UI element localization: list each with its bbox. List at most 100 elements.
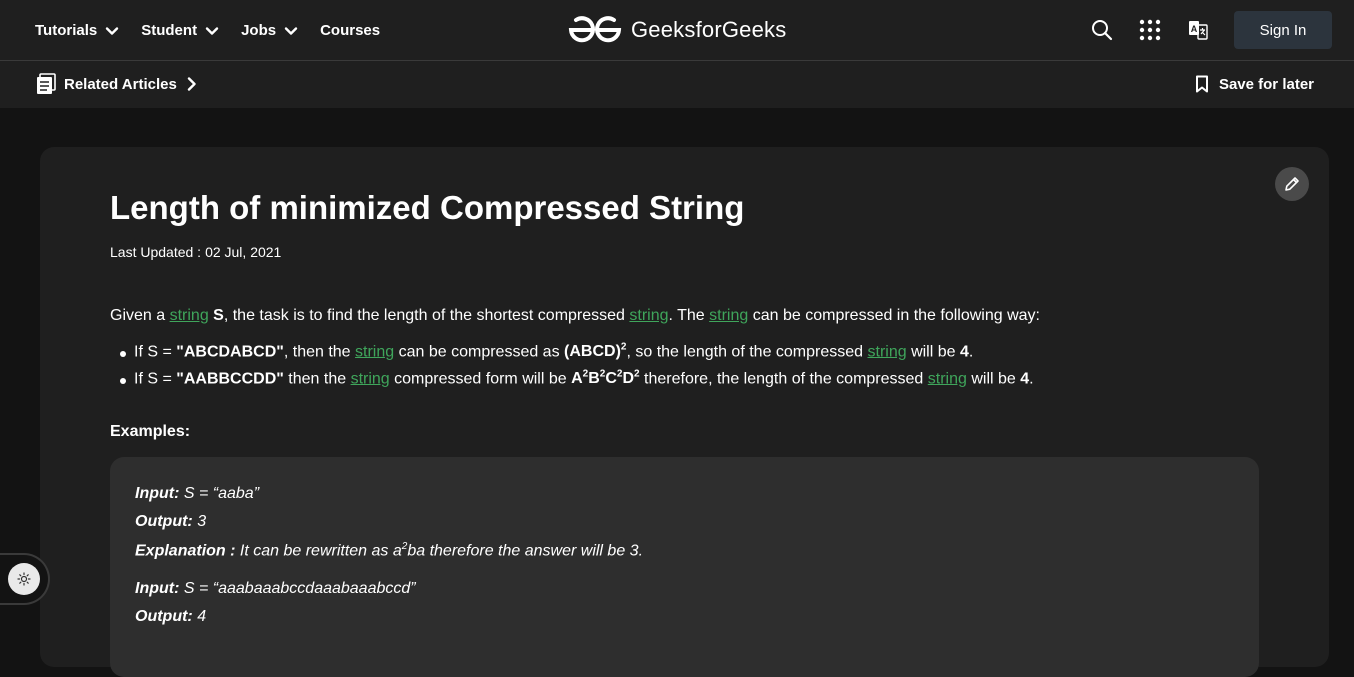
bullet-value: "ABCDABCD": [176, 343, 284, 361]
bullet-text: then the: [283, 370, 351, 388]
bullet-text: can be compressed as: [394, 343, 565, 361]
svg-text:A: A: [1191, 24, 1198, 34]
chevron-right-icon: [187, 77, 196, 91]
sun-icon: [17, 572, 31, 586]
bookmark-icon: [1195, 75, 1208, 93]
sign-in-button[interactable]: Sign In: [1234, 11, 1332, 49]
compressed-char: D: [622, 370, 635, 388]
bullet-text: If S =: [134, 343, 177, 361]
example-1-input: Input: S = “aaba”: [135, 485, 259, 503]
bullet-text: .: [968, 343, 974, 361]
example-2-input: Input: S = “aaabaaabccdaaabaaabccd”: [135, 580, 416, 598]
related-articles-label: Related Articles: [64, 75, 177, 93]
chevron-down-icon: [106, 26, 119, 35]
translate-icon: A: [1189, 21, 1208, 40]
main-nav: Tutorials Student Jobs Courses: [35, 0, 402, 61]
header-actions: A Sign In: [1090, 11, 1332, 49]
explanation-text: ba therefore the answer will be 3.: [407, 542, 644, 560]
bullet-text: compressed form will be: [389, 370, 572, 388]
article-title: Length of minimized Compressed String: [110, 189, 745, 226]
top-navbar: Tutorials Student Jobs Courses GeeksforG…: [0, 0, 1354, 61]
last-updated-label: Last Updated :: [110, 244, 202, 260]
nav-student-label: Student: [141, 22, 198, 39]
compressed-base: (ABCD): [564, 343, 621, 361]
compressed-char: C: [605, 370, 617, 388]
bullet-text: therefore, the length of the compressed: [639, 370, 928, 388]
intro-var-s: S: [213, 307, 224, 324]
string-link[interactable]: string: [629, 307, 668, 324]
example-1-explanation: Explanation : It can be rewritten as a2b…: [135, 541, 643, 560]
output-label: Output:: [135, 608, 193, 625]
intro-text: can be compressed in the following way:: [748, 307, 1040, 324]
bullet-text: .: [1029, 370, 1034, 388]
intro-text: . The: [668, 307, 710, 324]
string-link[interactable]: string: [868, 343, 907, 360]
theme-toggle[interactable]: [0, 553, 50, 605]
output-value: 3: [192, 513, 207, 530]
string-link[interactable]: string: [351, 370, 390, 387]
intro-paragraph: Given a string S, the task is to find th…: [110, 307, 1040, 325]
article-subbar: Related Articles Save for later: [0, 61, 1354, 108]
save-for-later-label: Save for later: [1218, 75, 1314, 93]
input-label: Input:: [135, 580, 180, 597]
result-length: 4: [959, 343, 969, 361]
compressed-char: A: [571, 370, 583, 388]
list-item: If S = "AABBCCDD" then the string compre…: [120, 369, 1034, 396]
search-icon: [1092, 20, 1113, 41]
nav-tutorials[interactable]: Tutorials: [35, 22, 119, 39]
nav-tutorials-label: Tutorials: [35, 22, 98, 39]
list-item: If S = "ABCDABCD", then the string can b…: [120, 342, 1034, 369]
compressed-char: B: [588, 370, 600, 388]
translate-button[interactable]: A: [1186, 18, 1210, 42]
explanation-label: Explanation :: [135, 542, 236, 560]
nav-jobs-label: Jobs: [241, 22, 277, 39]
save-for-later-button[interactable]: Save for later: [1195, 75, 1314, 93]
site-logo[interactable]: GeeksforGeeks: [567, 14, 786, 46]
input-value: S = “aaba”: [179, 485, 260, 502]
bullet-text: will be: [966, 370, 1021, 388]
output-label: Output:: [135, 513, 193, 530]
string-link[interactable]: string: [709, 307, 748, 324]
input-value: S = “aaabaaabccdaaabaaabccd”: [179, 580, 416, 597]
string-link[interactable]: string: [355, 343, 394, 360]
apps-grid-icon: [1139, 19, 1161, 41]
search-button[interactable]: [1090, 18, 1114, 42]
nav-student[interactable]: Student: [141, 22, 219, 39]
nav-courses[interactable]: Courses: [320, 22, 380, 39]
chevron-down-icon: [205, 26, 219, 35]
bullet-text: , then the: [283, 343, 356, 361]
gfg-logo-icon: [568, 16, 622, 43]
nav-courses-label: Courses: [320, 22, 381, 39]
bullet-value: "AABBCCDD": [176, 370, 284, 388]
output-value: 4: [192, 608, 207, 625]
article-card: Length of minimized Compressed String La…: [40, 147, 1329, 677]
examples-box: Input: S = “aaba” Output: 3 Explanation …: [110, 457, 1259, 677]
logo-text: GeeksforGeeks: [631, 17, 787, 42]
string-link[interactable]: string: [928, 370, 967, 387]
edit-article-button[interactable]: [1275, 167, 1309, 201]
bullet-text: will be: [906, 343, 960, 361]
compression-rules-list: If S = "ABCDABCD", then the string can b…: [120, 342, 1034, 396]
nav-jobs[interactable]: Jobs: [241, 22, 298, 39]
apps-button[interactable]: [1138, 18, 1162, 42]
intro-text: , the task is to find the length of the …: [223, 307, 630, 324]
compressed-form: (ABCD)2: [564, 342, 626, 361]
string-link[interactable]: string: [170, 307, 209, 324]
input-label: Input:: [135, 485, 180, 502]
example-1-output: Output: 3: [135, 513, 206, 531]
related-articles-button[interactable]: Related Articles: [36, 73, 197, 95]
examples-heading: Examples:: [110, 423, 191, 440]
last-updated-date: 02 Jul, 2021: [205, 244, 282, 260]
example-2-output: Output: 4: [135, 608, 206, 626]
chevron-down-icon: [284, 26, 298, 35]
theme-toggle-knob: [8, 563, 40, 595]
intro-text: Given a: [110, 307, 170, 324]
last-updated: Last Updated :02 Jul, 2021: [110, 244, 285, 260]
compressed-form: A2B2C2D2: [571, 369, 640, 388]
articles-list-icon: [37, 73, 56, 94]
pencil-icon: [1285, 177, 1299, 191]
explanation-text: It can be rewritten as a: [235, 542, 402, 560]
bullet-text: If S =: [134, 370, 177, 388]
result-length: 4: [1020, 370, 1030, 388]
bullet-text: , so the length of the compressed: [626, 343, 868, 361]
